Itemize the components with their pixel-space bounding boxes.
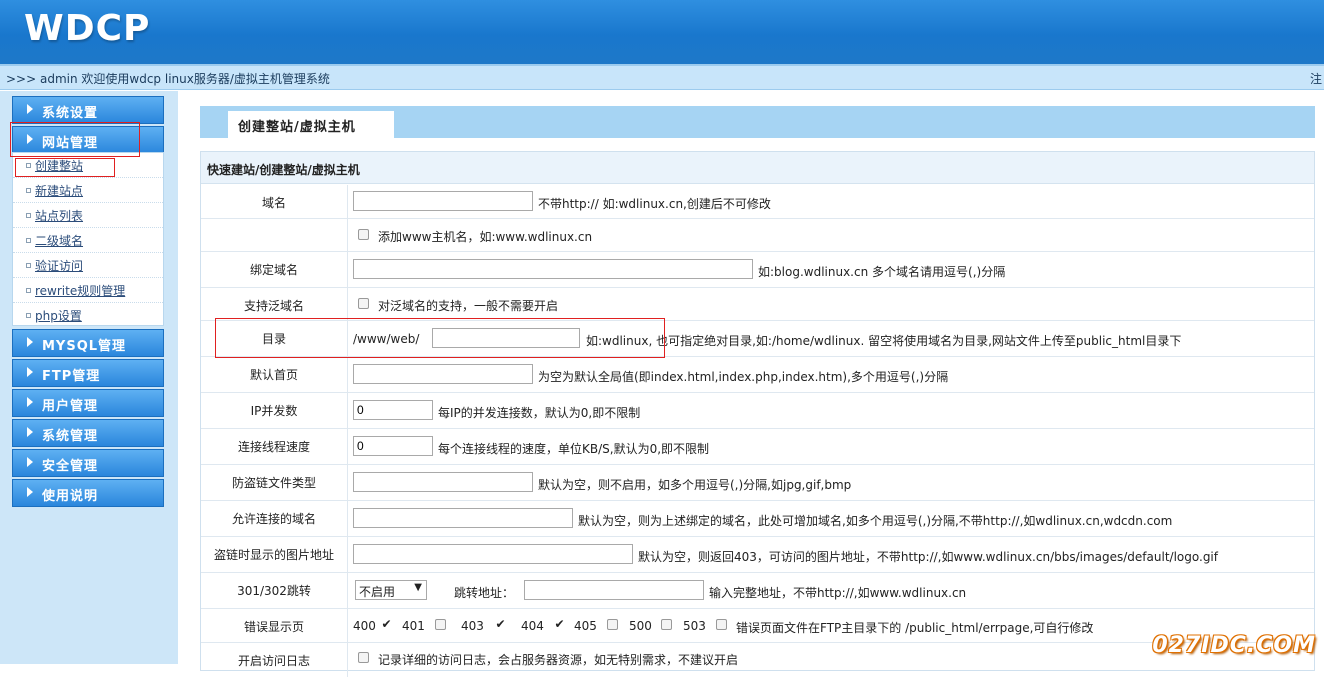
- error-401-checkbox[interactable]: [435, 619, 446, 630]
- highlight-box: [215, 318, 665, 358]
- error-403-checkbox[interactable]: ✔: [494, 618, 507, 631]
- error-code-label: 500: [629, 619, 652, 633]
- row-default-index: 默认首页 为空为默认全局值(即index.html,index.php,inde…: [201, 357, 1314, 393]
- domain-hint: 不带http:// 如:wdlinux.cn,创建后不可修改: [538, 195, 771, 212]
- logout-link[interactable]: 注: [1310, 70, 1322, 87]
- error-code-label: 400: [353, 619, 376, 633]
- error-pages-hint: 错误页面文件在FTP主目录下的 /public_html/errpage,可自行…: [736, 619, 1093, 636]
- error-400-checkbox[interactable]: ✔: [380, 618, 393, 631]
- access-log-checkbox[interactable]: [358, 652, 369, 663]
- row-error-pages: 错误显示页 400 ✔ 401 403 ✔ 404 ✔ 405 500 503 …: [201, 609, 1314, 643]
- access-log-hint: 记录详细的访问日志，会占服务器资源，如无特别需求，不建议开启: [378, 651, 738, 668]
- row-allowed-domains: 允许连接的域名 默认为空，则为上述绑定的域名，此处可增加域名,如多个用逗号(,)…: [201, 501, 1314, 537]
- watermark: 027IDC.COM: [1152, 633, 1316, 658]
- row-bind-domain: 绑定域名 如:blog.wdlinux.cn 多个域名请用逗号(,)分隔: [201, 252, 1314, 288]
- error-405-checkbox[interactable]: [607, 619, 618, 630]
- welcome-bar: >>> admin 欢迎使用wdcp linux服务器/虚拟主机管理系统 注: [0, 64, 1324, 90]
- row-leech-image: 盗链时显示的图片地址 默认为空，则返回403，可访问的图片地址，不带http:/…: [201, 537, 1314, 573]
- row-domain: 域名 不带http:// 如:wdlinux.cn,创建后不可修改: [201, 185, 1314, 219]
- row-www: 添加www主机名，如:www.wdlinux.cn: [201, 219, 1314, 252]
- menu-ftp[interactable]: FTP管理: [12, 359, 164, 387]
- leech-image-hint: 默认为空，则返回403，可访问的图片地址，不带http://,如www.wdli…: [638, 548, 1218, 565]
- www-checkbox[interactable]: [358, 229, 369, 240]
- triangle-right-icon: [27, 397, 33, 407]
- allowed-domains-input[interactable]: [353, 508, 573, 528]
- error-code-label: 403: [461, 619, 484, 633]
- row-antileech-types: 防盗链文件类型 默认为空，则不启用，如多个用逗号(,)分隔,如jpg,gif,b…: [201, 465, 1314, 501]
- triangle-right-icon: [27, 337, 33, 347]
- domain-input[interactable]: [353, 191, 533, 211]
- triangle-right-icon: [27, 457, 33, 467]
- main-content: 创建整站/虚拟主机 快速建站/创建整站/虚拟主机 域名 不带http:// 如:…: [196, 100, 1324, 664]
- error-code-label: 404: [521, 619, 544, 633]
- app-logo: WDCP: [24, 8, 150, 49]
- ip-concurrency-input[interactable]: [353, 400, 433, 420]
- thread-speed-hint: 每个连接线程的速度，单位KB/S,默认为0,即不限制: [438, 440, 709, 457]
- redirect-target-input[interactable]: [524, 580, 704, 600]
- triangle-right-icon: [27, 367, 33, 377]
- wildcard-hint: 对泛域名的支持，一般不需要开启: [378, 297, 558, 314]
- submenu-new-site[interactable]: 新建站点: [13, 178, 163, 203]
- submenu-site-list[interactable]: 站点列表: [13, 203, 163, 228]
- menu-security[interactable]: 安全管理: [12, 449, 164, 477]
- triangle-right-icon: [27, 427, 33, 437]
- row-redirect: 301/302跳转 不启用 ▼ 跳转地址： 输入完整地址，不带http://,如…: [201, 573, 1314, 609]
- submenu-rewrite[interactable]: rewrite规则管理: [13, 278, 163, 303]
- error-500-checkbox[interactable]: [661, 619, 672, 630]
- thread-speed-input[interactable]: [353, 436, 433, 456]
- row-thread-speed: 连接线程速度 每个连接线程的速度，单位KB/S,默认为0,即不限制: [201, 429, 1314, 465]
- redirect-target-label: 跳转地址：: [454, 584, 514, 601]
- redirect-select[interactable]: 不启用 ▼: [355, 580, 427, 600]
- tab-bar: 创建整站/虚拟主机: [200, 106, 1315, 138]
- wildcard-checkbox[interactable]: [358, 298, 369, 309]
- submenu-php-settings[interactable]: php设置: [13, 303, 163, 328]
- error-code-label: 401: [402, 619, 425, 633]
- redirect-hint: 输入完整地址，不带http://,如www.wdlinux.cn: [709, 584, 966, 601]
- row-ip-concurrency: IP并发数 每IP的并发连接数，默认为0,即不限制: [201, 393, 1314, 429]
- row-wildcard: 支持泛域名 对泛域名的支持，一般不需要开启: [201, 288, 1314, 321]
- welcome-text: >>> admin 欢迎使用wdcp linux服务器/虚拟主机管理系统: [6, 70, 330, 87]
- bind-domain-hint: 如:blog.wdlinux.cn 多个域名请用逗号(,)分隔: [758, 263, 1005, 280]
- highlight-box: [10, 122, 140, 157]
- form-panel: 快速建站/创建整站/虚拟主机 域名 不带http:// 如:wdlinux.cn…: [200, 151, 1315, 671]
- error-503-checkbox[interactable]: [716, 619, 727, 630]
- error-404-checkbox[interactable]: ✔: [553, 618, 566, 631]
- header-banner: WDCP: [0, 0, 1324, 64]
- highlight-box: [15, 158, 115, 177]
- antileech-types-input[interactable]: [353, 472, 533, 492]
- leech-image-input[interactable]: [353, 544, 633, 564]
- dropdown-arrow-icon: ▼: [414, 582, 422, 593]
- triangle-right-icon: [27, 487, 33, 497]
- submenu-auth-access[interactable]: 验证访问: [13, 253, 163, 278]
- menu-system-management[interactable]: 系统管理: [12, 419, 164, 447]
- ip-concurrency-hint: 每IP的并发连接数，默认为0,即不限制: [438, 404, 640, 421]
- antileech-types-hint: 默认为空，则不启用，如多个用逗号(,)分隔,如jpg,gif,bmp: [538, 476, 851, 493]
- row-access-log: 开启访问日志 记录详细的访问日志，会占服务器资源，如无特别需求，不建议开启: [201, 643, 1314, 677]
- triangle-right-icon: [27, 104, 33, 114]
- menu-users[interactable]: 用户管理: [12, 389, 164, 417]
- panel-title: 快速建站/创建整站/虚拟主机: [201, 152, 1314, 184]
- menu-mysql[interactable]: MYSQL管理: [12, 329, 164, 357]
- www-hint: 添加www主机名，如:www.wdlinux.cn: [378, 228, 592, 245]
- menu-help[interactable]: 使用说明: [12, 479, 164, 507]
- default-index-hint: 为空为默认全局值(即index.html,index.php,index.htm…: [538, 368, 948, 385]
- default-index-input[interactable]: [353, 364, 533, 384]
- bind-domain-input[interactable]: [353, 259, 753, 279]
- error-code-label: 503: [683, 619, 706, 633]
- tab-create-site[interactable]: 创建整站/虚拟主机: [228, 111, 394, 139]
- menu-system-settings[interactable]: 系统设置: [12, 96, 164, 124]
- allowed-domains-hint: 默认为空，则为上述绑定的域名，此处可增加域名,如多个用逗号(,)分隔,不带htt…: [578, 512, 1172, 529]
- site-submenu: 创建整站 新建站点 站点列表 二级域名 验证访问 rewrite规则管理 php…: [12, 152, 164, 326]
- submenu-subdomain[interactable]: 二级域名: [13, 228, 163, 253]
- error-code-label: 405: [574, 619, 597, 633]
- directory-hint: 如:wdlinux, 也可指定绝对目录,如:/home/wdlinux. 留空将…: [586, 332, 1181, 349]
